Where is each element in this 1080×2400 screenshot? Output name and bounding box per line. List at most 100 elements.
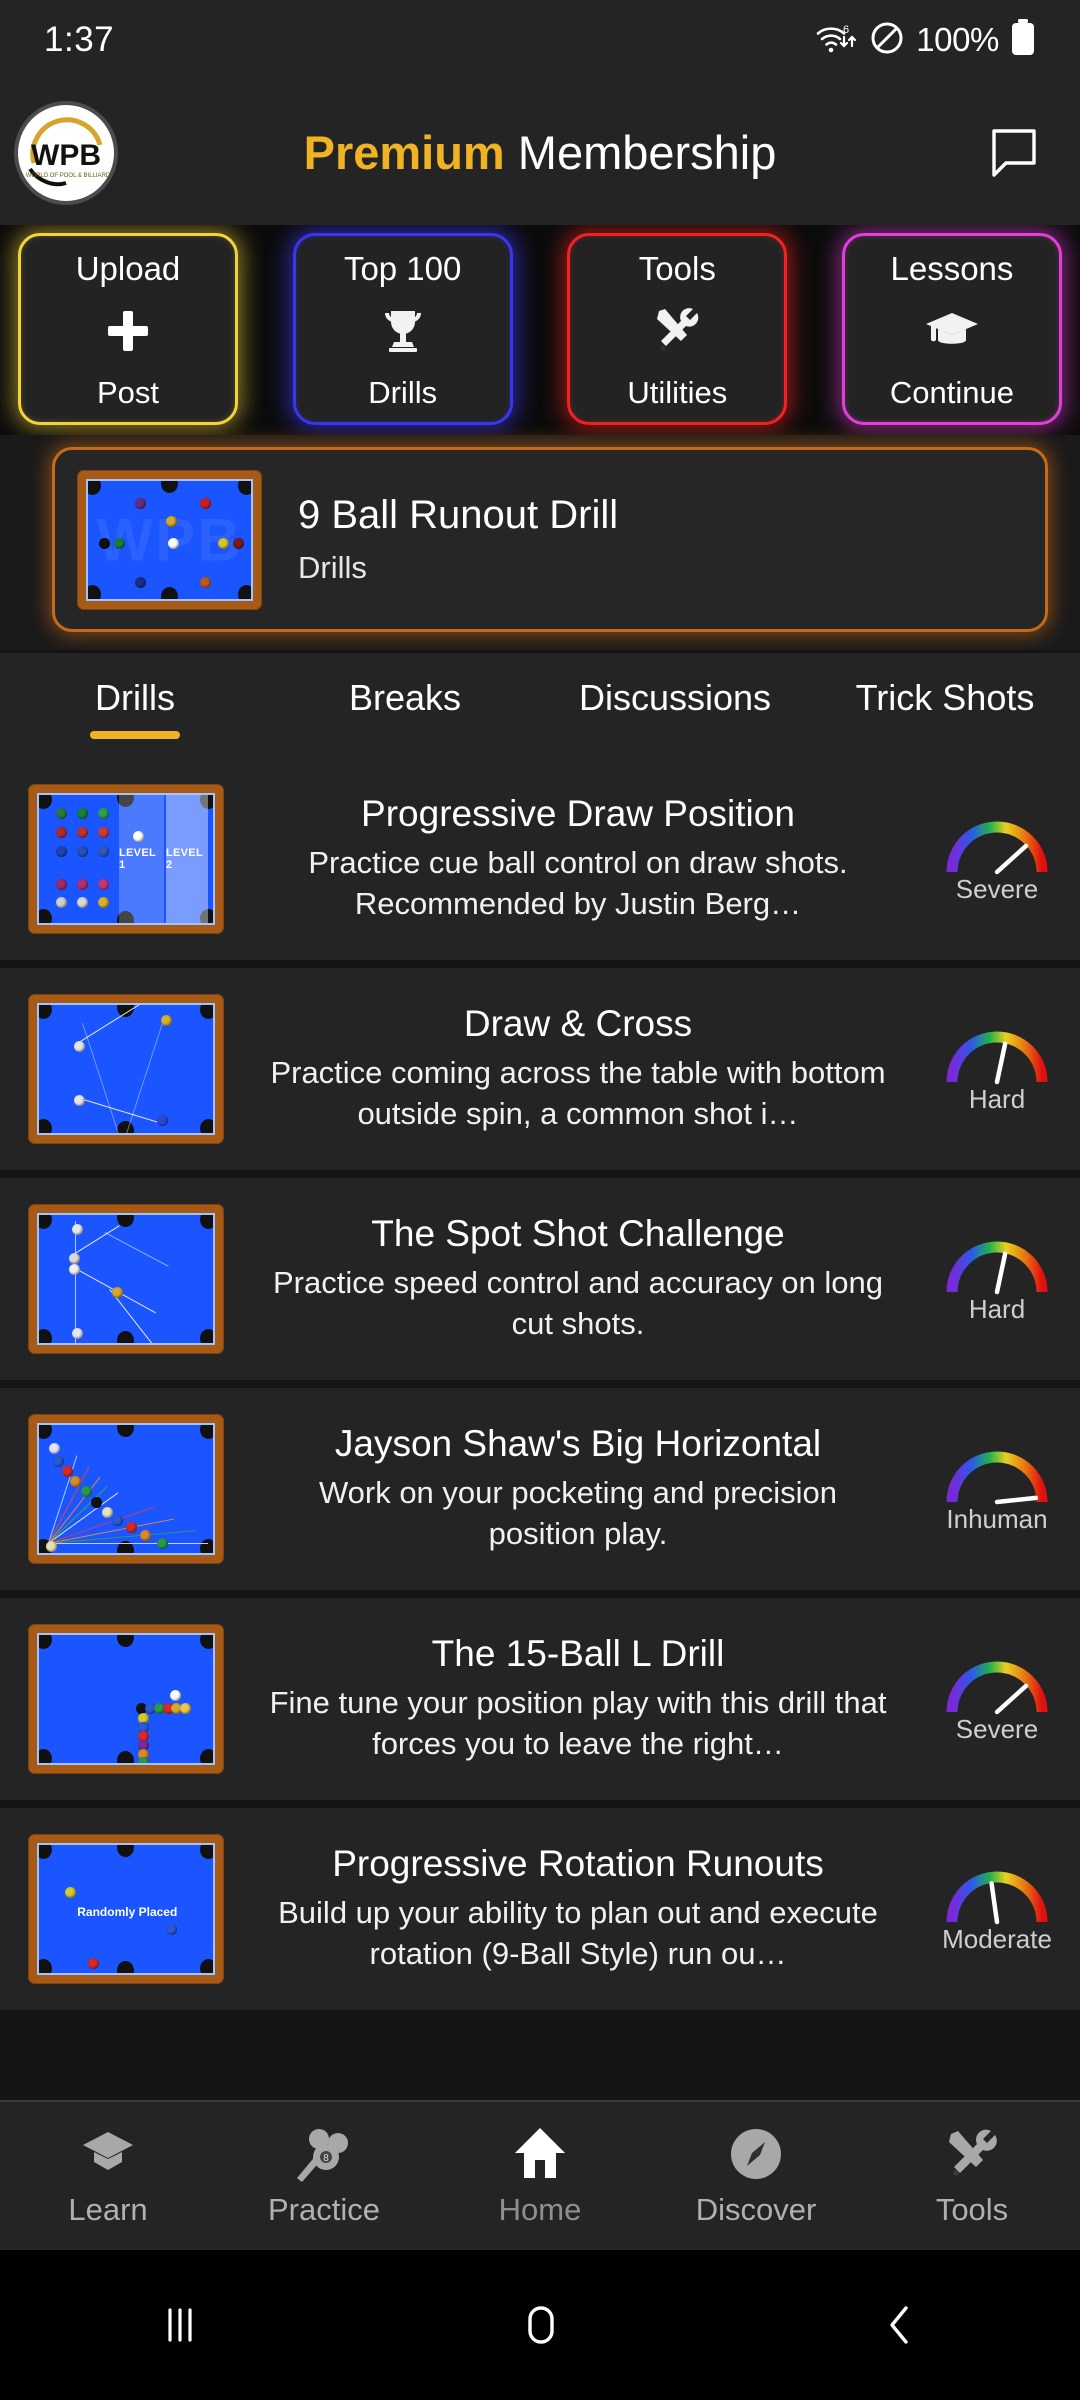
ball — [135, 577, 147, 589]
tab-discussions[interactable]: Discussions — [540, 677, 810, 739]
do-not-disturb-icon — [869, 20, 905, 61]
difficulty-gauge: Severe — [932, 814, 1062, 905]
table-felt: WPB — [86, 478, 253, 601]
drill-text: The Spot Shot Challenge Practice speed c… — [242, 1213, 914, 1345]
difficulty-label: Severe — [955, 873, 1039, 904]
page-title-rest: Membership — [517, 126, 777, 179]
tab-label: Discussions — [578, 677, 772, 718]
compass-icon — [727, 2124, 785, 2182]
app-logo[interactable]: WPB WORLD OF POOL & BILLIARDS — [14, 100, 118, 205]
quick-action-subtitle: Continue — [889, 375, 1015, 410]
status-indicators: 6 100% — [816, 18, 1036, 62]
quick-action-tools[interactable]: Tools Utilities — [567, 233, 788, 425]
gauge-arc-icon — [946, 1871, 1048, 1924]
logo-wordmark: WPB — [31, 139, 101, 172]
bottom-navigation: Learn 8 Practice Home Discover Tools — [0, 2100, 1080, 2250]
logo-graphic: WPB WORLD OF POOL & BILLIARDS — [20, 107, 114, 199]
quick-action-title: Top 100 — [343, 250, 462, 287]
difficulty-gauge: Hard — [932, 1024, 1062, 1115]
recents-icon[interactable] — [0, 2296, 360, 2354]
pocket — [160, 480, 178, 493]
featured-title: 9 Ball Runout Drill — [298, 493, 619, 537]
table-row[interactable]: LEVEL 1 LEVEL 2 Progressive Draw Positio… — [0, 758, 1080, 968]
nav-item-tools[interactable]: Tools — [864, 2124, 1080, 2228]
pocket — [238, 584, 251, 599]
quick-action-title: Tools — [638, 250, 716, 287]
nav-item-practice[interactable]: 8 Practice — [216, 2124, 432, 2228]
featured-table-thumbnail: WPB — [77, 469, 262, 610]
table-row[interactable]: Jayson Shaw's Big Horizontal Work on you… — [0, 1388, 1080, 1598]
svg-text:6: 6 — [843, 24, 849, 36]
drill-description: Practice cue ball control on draw shots.… — [308, 845, 848, 921]
featured-card[interactable]: WPB — [52, 447, 1048, 632]
home-pill-icon[interactable] — [360, 2296, 720, 2354]
drill-thumbnail — [28, 1624, 224, 1774]
tab-label: Trick Shots — [855, 677, 1035, 718]
difficulty-label: Hard — [968, 1293, 1026, 1324]
table-row[interactable]: The 15-Ball L Drill Fine tune your posit… — [0, 1598, 1080, 1808]
drill-title: Progressive Rotation Runouts — [332, 1843, 824, 1885]
nav-item-learn[interactable]: Learn — [0, 2124, 216, 2228]
graduation-cap-icon — [924, 303, 980, 359]
quick-action-subtitle: Drills — [368, 375, 438, 410]
gauge-arc-icon — [946, 1031, 1048, 1084]
nav-label: Tools — [935, 2192, 1009, 2227]
back-icon[interactable] — [720, 2296, 1080, 2354]
quick-action-lessons[interactable]: Lessons Continue — [841, 233, 1062, 425]
drill-thumbnail: LEVEL 1 LEVEL 2 — [28, 784, 224, 934]
tab-label: Breaks — [348, 677, 462, 718]
app-header: WPB WORLD OF POOL & BILLIARDS Premium Me… — [0, 80, 1080, 225]
nav-label: Practice — [268, 2192, 380, 2227]
pocket — [160, 586, 178, 599]
gauge-arc-icon — [946, 1661, 1048, 1714]
home-icon — [511, 2124, 569, 2182]
app-screen: 1:37 6 100% WPB WORLD OF POOL & BILLIARD… — [0, 0, 1080, 2400]
status-time: 1:37 — [44, 20, 115, 59]
drill-text: Progressive Rotation Runouts Build up yo… — [242, 1843, 914, 1975]
table-row[interactable]: Draw & Cross Practice coming across the … — [0, 968, 1080, 1178]
page-title-highlight: Premium — [303, 126, 505, 179]
cue-ball — [45, 1541, 57, 1553]
tools-icon — [943, 2124, 1001, 2182]
drill-title: The Spot Shot Challenge — [371, 1213, 785, 1255]
content-tabs: Drills Breaks Discussions Trick Shots — [0, 650, 1080, 758]
quick-action-upload[interactable]: Upload Post — [18, 233, 238, 425]
tab-drills[interactable]: Drills — [0, 677, 270, 739]
logo-subtext: WORLD OF POOL & BILLIARDS — [26, 173, 112, 179]
drill-title: Draw & Cross — [463, 1003, 693, 1045]
quick-action-subtitle: Utilities — [627, 375, 728, 410]
table-felt — [37, 1633, 215, 1765]
drill-title: The 15-Ball L Drill — [431, 1633, 725, 1675]
level-2-zone: LEVEL 2 — [166, 795, 208, 923]
pocket — [238, 480, 251, 495]
table-row[interactable]: The Spot Shot Challenge Practice speed c… — [0, 1178, 1080, 1388]
chat-bubble-icon[interactable] — [986, 125, 1042, 181]
cue-ball — [132, 830, 144, 842]
drill-text: Draw & Cross Practice coming across the … — [242, 1003, 914, 1135]
trophy-icon — [377, 303, 429, 359]
nav-item-home[interactable]: Home — [432, 2124, 648, 2228]
quick-action-top-100[interactable]: Top 100 Drills — [292, 233, 513, 425]
tab-trick-shots[interactable]: Trick Shots — [810, 677, 1080, 739]
tab-label: Drills — [95, 677, 175, 718]
quick-action-title: Lessons — [890, 250, 1014, 287]
graduation-cap-icon — [79, 2124, 137, 2182]
battery-icon — [1010, 18, 1036, 62]
tab-breaks[interactable]: Breaks — [270, 677, 540, 739]
plus-icon — [102, 303, 154, 359]
gauge-arc-icon — [946, 1451, 1048, 1504]
level-1-zone: LEVEL 1 — [119, 795, 165, 923]
nav-item-discover[interactable]: Discover — [648, 2124, 864, 2228]
pocket — [88, 584, 101, 599]
cue-ball — [169, 1690, 181, 1702]
nav-label: Discover — [695, 2192, 817, 2227]
drill-description: Fine tune your position play with this d… — [269, 1685, 887, 1761]
drill-list[interactable]: LEVEL 1 LEVEL 2 Progressive Draw Positio… — [0, 758, 1080, 2100]
difficulty-gauge: Hard — [932, 1234, 1062, 1325]
drill-thumbnail — [28, 994, 224, 1144]
pocket — [88, 480, 101, 495]
table-row[interactable]: Randomly Placed Progressive Rotation Run… — [0, 1808, 1080, 2018]
nav-label: Learn — [68, 2192, 148, 2227]
drill-thumbnail: Randomly Placed — [28, 1834, 224, 1984]
gauge-arc-icon — [946, 821, 1048, 874]
